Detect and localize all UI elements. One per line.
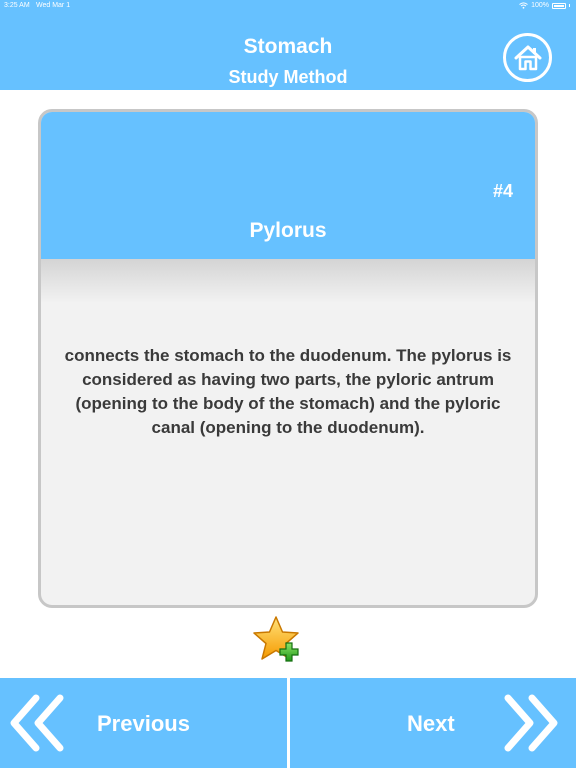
status-time: 3:25 AM xyxy=(4,2,30,9)
star-add-icon xyxy=(253,616,299,662)
status-bar: 3:25 AM Wed Mar 1 100% xyxy=(0,0,576,14)
card-header: #4 Pylorus xyxy=(41,112,535,259)
header-bar: 3:25 AM Wed Mar 1 100% Stomach Study Met… xyxy=(0,0,576,90)
next-button[interactable]: Next xyxy=(290,678,576,768)
next-label: Next xyxy=(407,711,455,736)
card-term: Pylorus xyxy=(249,219,327,242)
card-number: #4 xyxy=(492,181,513,201)
previous-label: Previous xyxy=(97,711,190,736)
page-title: Stomach xyxy=(243,35,333,58)
status-right: 100% xyxy=(519,2,570,9)
battery-tip xyxy=(569,4,570,7)
flashcard[interactable]: #4 Pylorus connects the stomach to the d… xyxy=(38,109,538,608)
wifi-icon xyxy=(519,2,528,9)
card-definition: connects the stomach to the duodenum. Th… xyxy=(64,346,512,437)
status-date: Wed Mar 1 xyxy=(36,2,71,9)
add-favorite-button[interactable] xyxy=(251,615,307,669)
battery-percent: 100% xyxy=(531,2,549,9)
double-chevron-right-icon xyxy=(504,694,558,752)
home-button[interactable] xyxy=(503,33,552,82)
previous-button[interactable]: Previous xyxy=(0,678,287,768)
card-shadow xyxy=(41,259,535,303)
home-icon xyxy=(514,45,541,70)
battery-icon xyxy=(552,2,566,9)
double-chevron-left-icon xyxy=(10,694,64,752)
page-subtitle: Study Method xyxy=(228,67,348,87)
